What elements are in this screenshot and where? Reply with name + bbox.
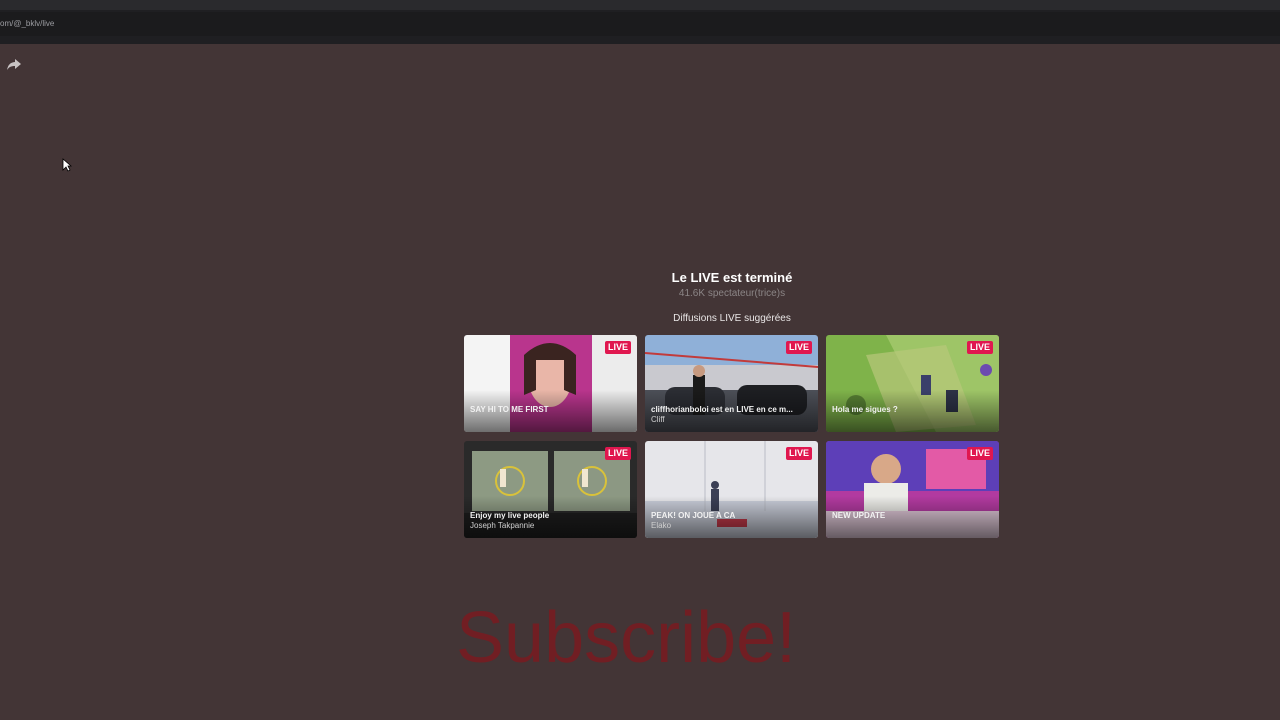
live-card-title: PEAK! ON JOUE A CA	[651, 511, 736, 520]
live-ended-title: Le LIVE est terminé	[671, 270, 793, 285]
live-card-title: cliffhorianboloi est en LIVE en ce m...	[651, 405, 793, 414]
live-card[interactable]: LIVE cliffhorianboloi est en LIVE en ce …	[645, 335, 818, 432]
live-card-title: NEW UPDATE	[832, 511, 886, 520]
live-badge: LIVE	[785, 341, 812, 354]
live-badge: LIVE	[604, 341, 631, 354]
suggested-lives-heading: Diffusions LIVE suggérées	[673, 313, 791, 324]
live-card[interactable]: LIVE Hola me sigues ?	[826, 335, 999, 432]
subscribe-overlay: Subscribe!	[456, 598, 797, 678]
address-bar-url[interactable]: om/@_bklv/live	[0, 18, 54, 30]
live-card[interactable]: LIVE NEW UPDATE	[826, 441, 999, 538]
live-card[interactable]: LIVE Enjoy my live people Joseph Takpann…	[464, 441, 637, 538]
browser-toolbar: om/@_bklv/live	[0, 0, 1280, 44]
live-card-title: SAY HI TO ME FIRST	[470, 405, 549, 414]
viewer-count: 41.6K spectateur(trice)s	[678, 288, 786, 299]
live-card[interactable]: LIVE SAY HI TO ME FIRST	[464, 335, 637, 432]
live-card-user: Elako	[651, 521, 672, 530]
mouse-cursor-icon	[62, 158, 73, 172]
live-badge: LIVE	[966, 341, 993, 354]
live-card-title: Hola me sigues ?	[832, 405, 898, 414]
live-badge: LIVE	[966, 447, 993, 460]
share-icon[interactable]	[6, 56, 22, 72]
live-card-title: Enjoy my live people	[470, 511, 550, 520]
live-card-user: Joseph Takpannie	[470, 521, 535, 530]
address-bar[interactable]	[0, 12, 1280, 36]
live-card-user: Cliff	[651, 415, 665, 424]
tab-strip	[0, 0, 1280, 10]
live-badge: LIVE	[604, 447, 631, 460]
live-badge: LIVE	[785, 447, 812, 460]
live-card[interactable]: LIVE PEAK! ON JOUE A CA Elako	[645, 441, 818, 538]
